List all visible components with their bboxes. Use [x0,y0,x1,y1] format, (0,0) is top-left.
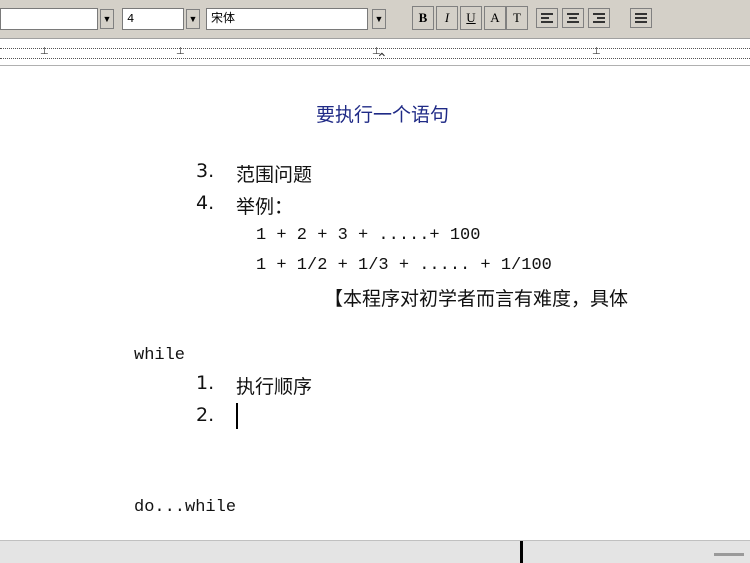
font-size-dropdown-arrow[interactable]: ▼ [186,9,200,29]
status-divider[interactable] [520,541,523,563]
list-item-number: 2. [196,404,215,426]
resize-grip-icon[interactable] [714,553,744,556]
align-left-button[interactable] [536,8,558,28]
status-bar [0,540,750,563]
style-combobox[interactable] [0,8,98,30]
ruler-tab-stop[interactable]: ⊥ [176,46,185,58]
document-page[interactable]: 要执行一个语句 3. 范围问题 4. 举例： 1 + 2 + 3 + .....… [0,66,750,536]
font-name-combobox[interactable]: 宋体 [206,8,368,30]
highlight-button[interactable]: T [506,6,528,30]
ruler-tab-stop[interactable]: ⊥ [592,46,601,58]
font-color-button[interactable]: A [484,6,506,30]
note-line: 【本程序对初学者而言有难度，具体 [324,288,629,310]
page-heading: 要执行一个语句 [316,104,450,126]
font-size-combobox[interactable]: 4 [122,8,184,30]
font-name-dropdown-arrow[interactable]: ▼ [372,9,386,29]
keyword-while: while [134,346,186,365]
ruler-tab-stop[interactable]: ⊥ [40,46,49,58]
underline-button[interactable]: U [460,6,482,30]
italic-button[interactable]: I [436,6,458,30]
list-item: 范围问题 [236,164,313,186]
list-item-number: 1. [196,372,215,394]
formatting-toolbar: ▼ 4 ▼ 宋体 ▼ B I U A T [0,0,750,39]
text-cursor [236,403,238,429]
keyword-do-while: do...while [134,498,237,517]
bold-button[interactable]: B [412,6,434,30]
list-item-number: 4. [196,192,215,214]
list-item: 举例： [236,196,294,218]
first-line-indent-marker[interactable]: ⌃ [376,50,388,67]
list-item-number: 3. [196,160,215,182]
horizontal-ruler[interactable]: ⊥ ⊥ ⊥ ⊥ [0,39,750,66]
style-dropdown-arrow[interactable]: ▼ [100,9,114,29]
list-item: 执行顺序 [236,376,313,398]
formula-line: 1 + 1/2 + 1/3 + ..... + 1/100 [256,256,552,275]
align-center-button[interactable] [562,8,584,28]
justify-button[interactable] [630,8,652,28]
align-right-button[interactable] [588,8,610,28]
formula-line: 1 + 2 + 3 + .....+ 100 [256,226,481,245]
